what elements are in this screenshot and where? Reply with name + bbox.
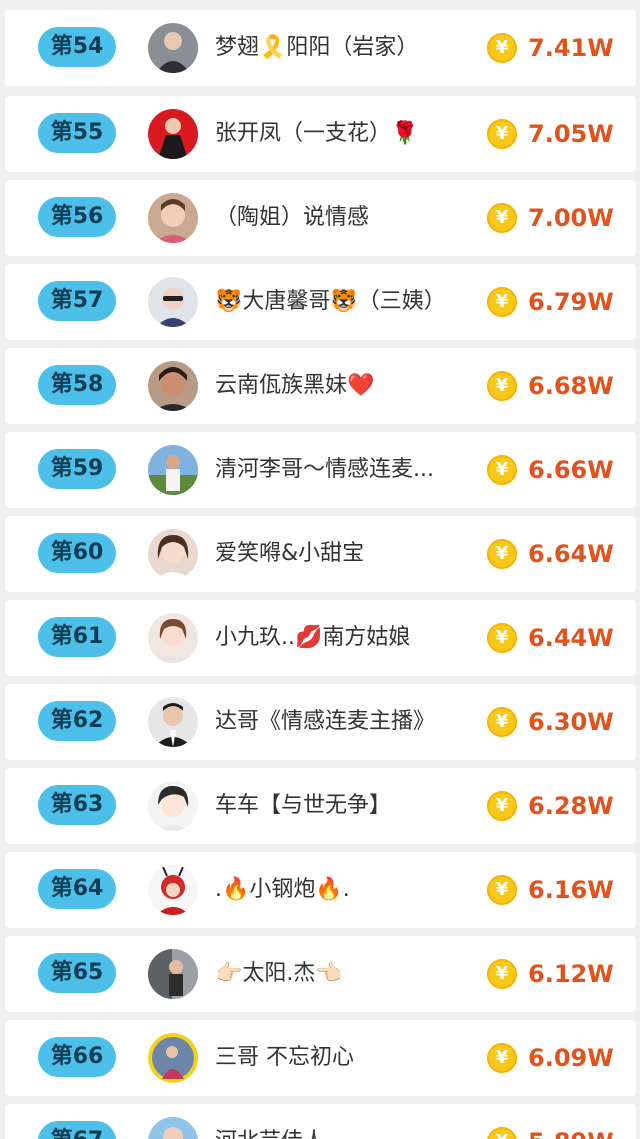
yen-coin-icon: ¥ [487, 1127, 517, 1139]
rank-badge: 第57 [38, 281, 116, 321]
yen-coin-icon: ¥ [487, 203, 517, 233]
ranking-list: 第54 梦翅🎗️阳阳（岩家） ¥ 7.41W 第55 张开凤（一支花）🌹 ¥ 7… [0, 0, 640, 1139]
streamer-name: 👉🏻太阳.杰👈🏻 [215, 961, 343, 986]
streamer-name: .🔥小钢炮🔥. [215, 877, 350, 902]
streamer-name: 三哥 不忘初心 [215, 1045, 354, 1070]
avatar[interactable] [148, 193, 198, 243]
yen-coin-icon: ¥ [487, 455, 517, 485]
avatar[interactable] [148, 1117, 198, 1139]
amount-value: 7.41W [528, 34, 614, 62]
avatar[interactable] [148, 697, 198, 747]
rank-badge: 第56 [38, 197, 116, 237]
streamer-name: 云南佤族黑妹❤️ [215, 373, 375, 398]
ranking-row[interactable]: 第57 🐯大唐馨哥🐯（三姨） ¥ 6.79W [5, 264, 636, 340]
avatar[interactable] [148, 361, 198, 411]
amount-value: 5.89W [528, 1104, 614, 1139]
avatar[interactable] [148, 865, 198, 915]
rank-badge: 第58 [38, 365, 116, 405]
amount-value: 6.16W [528, 876, 614, 904]
avatar[interactable] [148, 1033, 198, 1083]
avatar[interactable] [148, 445, 198, 495]
ranking-row[interactable]: 第65 👉🏻太阳.杰👈🏻 ¥ 6.12W [5, 936, 636, 1012]
ranking-row[interactable]: 第60 爱笑嘚&小甜宝 ¥ 6.64W [5, 516, 636, 592]
ranking-row[interactable]: 第59 清河李哥～情感连麦... ¥ 6.66W [5, 432, 636, 508]
ranking-row[interactable]: 第56 （陶姐）说情感 ¥ 7.00W [5, 180, 636, 256]
amount-value: 6.09W [528, 1044, 614, 1072]
yen-coin-icon: ¥ [487, 33, 517, 63]
rank-badge: 第66 [38, 1037, 116, 1077]
streamer-name: 小九玖..💋南方姑娘 [215, 625, 411, 650]
yen-coin-icon: ¥ [487, 287, 517, 317]
avatar[interactable] [148, 529, 198, 579]
yen-coin-icon: ¥ [487, 875, 517, 905]
amount-value: 6.44W [528, 624, 614, 652]
rank-badge: 第61 [38, 617, 116, 657]
ranking-row[interactable]: 第61 小九玖..💋南方姑娘 ¥ 6.44W [5, 600, 636, 676]
ranking-row[interactable]: 第63 车车【与世无争】 ¥ 6.28W [5, 768, 636, 844]
streamer-name: （陶姐）说情感 [215, 205, 370, 230]
amount-value: 6.68W [528, 372, 614, 400]
streamer-name: 河北芸佳人 [215, 1104, 477, 1139]
rank-badge: 第54 [38, 27, 116, 67]
yen-coin-icon: ¥ [487, 623, 517, 653]
avatar[interactable] [148, 781, 198, 831]
streamer-name: 爱笑嘚&小甜宝 [215, 541, 365, 566]
rank-badge: 第62 [38, 701, 116, 741]
rank-badge: 第55 [38, 113, 116, 153]
ranking-row[interactable]: 第54 梦翅🎗️阳阳（岩家） ¥ 7.41W [5, 10, 636, 86]
ranking-row[interactable]: 第62 达哥《情感连麦主播》 ¥ 6.30W [5, 684, 636, 760]
streamer-name: 达哥《情感连麦主播》 [215, 709, 436, 734]
rank-badge: 第59 [38, 449, 116, 489]
yen-coin-icon: ¥ [487, 707, 517, 737]
avatar[interactable] [148, 23, 198, 73]
rank-badge: 第64 [38, 869, 116, 909]
avatar[interactable] [148, 109, 198, 159]
ranking-row[interactable]: 第64 .🔥小钢炮🔥. ¥ 6.16W [5, 852, 636, 928]
avatar[interactable] [148, 613, 198, 663]
amount-value: 6.66W [528, 456, 614, 484]
rank-badge: 第67 [38, 1121, 116, 1139]
rank-badge: 第63 [38, 785, 116, 825]
yen-coin-icon: ¥ [487, 959, 517, 989]
ranking-row[interactable]: 第55 张开凤（一支花）🌹 ¥ 7.05W [5, 96, 636, 172]
rank-badge: 第65 [38, 953, 116, 993]
yen-coin-icon: ¥ [487, 1043, 517, 1073]
amount-value: 6.12W [528, 960, 614, 988]
avatar[interactable] [148, 277, 198, 327]
ranking-row[interactable]: 第66 三哥 不忘初心 ¥ 6.09W [5, 1020, 636, 1096]
streamer-name: 清河李哥～情感连麦... [215, 457, 434, 482]
streamer-name: 车车【与世无争】 [215, 793, 392, 818]
amount-value: 6.64W [528, 540, 614, 568]
streamer-name: 张开凤（一支花）🌹 [215, 121, 419, 146]
streamer-name: 梦翅🎗️阳阳（岩家） [215, 35, 419, 60]
yen-coin-icon: ¥ [487, 119, 517, 149]
rank-badge: 第60 [38, 533, 116, 573]
amount-value: 7.05W [528, 120, 614, 148]
amount-value: 6.28W [528, 792, 614, 820]
yen-coin-icon: ¥ [487, 791, 517, 821]
yen-coin-icon: ¥ [487, 371, 517, 401]
amount-value: 7.00W [528, 204, 614, 232]
amount-value: 6.79W [528, 288, 614, 316]
amount-value: 6.30W [528, 708, 614, 736]
avatar[interactable] [148, 949, 198, 999]
ranking-row[interactable]: 第58 云南佤族黑妹❤️ ¥ 6.68W [5, 348, 636, 424]
streamer-name: 🐯大唐馨哥🐯（三姨） [215, 289, 446, 314]
yen-coin-icon: ¥ [487, 539, 517, 569]
ranking-row[interactable]: 第67 河北芸佳人 ¥ 5.89W [5, 1104, 636, 1139]
